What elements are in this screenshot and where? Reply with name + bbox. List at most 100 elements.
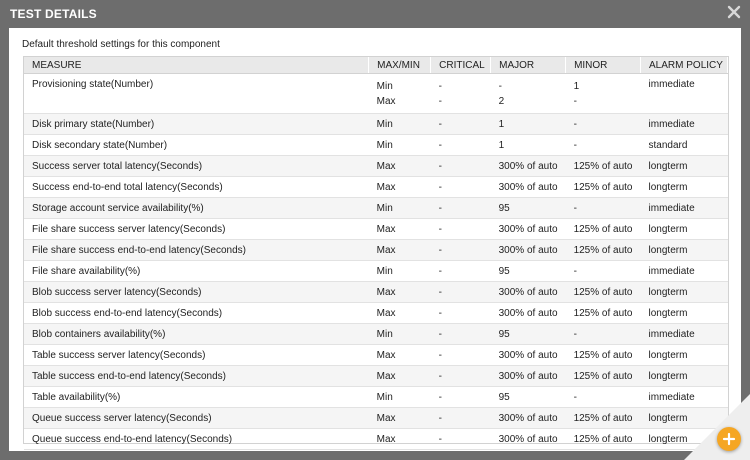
alarm-policy-cell: longterm — [640, 344, 728, 366]
major-cell: 300% of auto — [490, 239, 566, 261]
alarm-policy-cell: immediate — [640, 113, 728, 135]
major-cell: 300% of auto — [490, 302, 566, 324]
critical-cell: - — [430, 113, 491, 135]
measure-cell: File share success end-to-end latency(Se… — [24, 239, 369, 261]
critical-cell: - — [430, 386, 491, 408]
measure-cell: Table success server latency(Seconds) — [24, 344, 369, 366]
major-cell: 95 — [490, 260, 566, 282]
minor-cell: 125% of auto — [565, 218, 641, 240]
minor-cell: - — [565, 323, 641, 345]
table-row: File share availability(%) Min -95- immedia… — [24, 260, 728, 282]
plus-icon — [722, 432, 736, 446]
minor-cell: 125% of auto — [565, 407, 641, 429]
maxmin-cell: Max — [368, 218, 431, 240]
alarm-policy-cell: longterm — [640, 281, 728, 303]
alarm-policy-cell: immediate — [640, 197, 728, 219]
critical-cell: - — [430, 155, 491, 177]
critical-cell: - — [430, 260, 491, 282]
minor-cell: - — [565, 197, 641, 219]
maxmin-cell: Max — [368, 155, 431, 177]
critical-cell: - — [430, 323, 491, 345]
major-cell: 300% of auto — [490, 281, 566, 303]
critical-cell: - — [430, 197, 491, 219]
critical-cell: - — [430, 239, 491, 261]
critical-cell: - — [430, 302, 491, 324]
header-measure: MEASURE — [24, 57, 370, 74]
major-cell: 300% of auto — [490, 176, 566, 198]
header-minor: MINOR — [565, 57, 642, 74]
cell-value: - — [438, 96, 442, 107]
maxmin-cell: Min — [368, 386, 431, 408]
major-cell: 95 — [490, 197, 566, 219]
measure-cell: Storage account service availability(%) — [24, 197, 369, 219]
major-cell: 1 — [490, 113, 566, 135]
table-row: Table availability(%) Min -95- immediate — [24, 386, 728, 408]
maxmin-cell: Min — [368, 113, 431, 135]
critical-cell: - — [430, 365, 491, 387]
header-critical: CRITICAL — [430, 57, 492, 74]
measure-cell: Success server total latency(Seconds) — [24, 155, 369, 177]
major-cell: 300% of auto — [490, 365, 566, 387]
major-cell: 300% of auto — [490, 344, 566, 366]
major-cell: 300% of auto — [490, 218, 566, 240]
table-row: Queue success server latency(Seconds) Max… — [24, 407, 728, 429]
table-row: Disk primary state(Number) Min -1- immediat… — [24, 113, 728, 135]
cell-value: - — [498, 81, 502, 92]
table-row: Provisioning state(Number) Min Max - - -2 1- im… — [24, 73, 728, 114]
maxmin-cell: Max — [368, 281, 431, 303]
close-icon[interactable] — [727, 5, 741, 19]
major-cell: 95 — [490, 386, 566, 408]
alarm-policy-cell: longterm — [640, 176, 728, 198]
alarm-policy-cell: longterm — [640, 218, 728, 240]
alarm-policy-cell: longterm — [640, 239, 728, 261]
critical-cell: - — [430, 344, 491, 366]
table-row: File share success end-to-end latency(Se… — [24, 239, 728, 261]
maxmin-cell: Max — [368, 428, 431, 450]
minor-cell: 125% of auto — [565, 365, 641, 387]
measure-cell: Success end-to-end total latency(Seconds… — [24, 176, 369, 198]
maxmin-cell: Max — [368, 239, 431, 261]
critical-cell: - — [430, 281, 491, 303]
maxmin-cell: Max — [368, 176, 431, 198]
add-button[interactable] — [717, 427, 741, 451]
table-header-row: MEASURE MAX/MIN CRITICAL MAJOR MINOR ALARM PO… — [24, 57, 728, 74]
minor-cell: 125% of auto — [565, 239, 641, 261]
minor-cell: 125% of auto — [565, 428, 641, 450]
table-row: Blob success end-to-end latency(Seconds)… — [24, 302, 728, 324]
maxmin-cell: Max — [368, 407, 431, 429]
critical-cell: - — [430, 407, 491, 429]
dialog-titlebar: TEST DETAILS — [0, 0, 750, 28]
table-row: Storage account service availability(%) M… — [24, 197, 728, 219]
cell-value: 1 — [573, 81, 580, 92]
measure-cell: Disk secondary state(Number) — [24, 134, 369, 156]
maxmin-cell: Min — [368, 260, 431, 282]
critical-cell: - — [430, 218, 491, 240]
alarm-policy-cell: immediate — [640, 260, 728, 282]
alarm-policy-cell: immediate — [640, 323, 728, 345]
dialog-title: TEST DETAILS — [10, 7, 97, 21]
table-row: Success server total latency(Seconds) Max… — [24, 155, 728, 177]
maxmin-cell: Min — [368, 134, 431, 156]
alarm-policy-cell: longterm — [640, 155, 728, 177]
measure-cell: File share availability(%) — [24, 260, 369, 282]
cell-value: Min — [376, 81, 393, 92]
cell-value: - — [438, 81, 442, 92]
measure-cell: File share success server latency(Second… — [24, 218, 369, 240]
alarm-policy-cell: standard — [640, 134, 728, 156]
measure-cell: Blob success end-to-end latency(Seconds) — [24, 302, 369, 324]
header-alarm-policy: ALARM POLICY — [640, 57, 728, 74]
header-maxmin: MAX/MIN — [368, 57, 432, 74]
table-row: Queue success end-to-end latency(Seconds… — [24, 428, 728, 450]
panel-subtitle: Default threshold settings for this comp… — [22, 39, 220, 50]
minor-cell: 125% of auto — [565, 302, 641, 324]
table-row: Blob success server latency(Seconds) Max -… — [24, 281, 728, 303]
major-cell: -2 — [490, 73, 566, 114]
table-row: Disk secondary state(Number) Min -1- standa… — [24, 134, 728, 156]
alarm-policy-cell: longterm — [640, 365, 728, 387]
measure-cell: Blob success server latency(Seconds) — [24, 281, 369, 303]
maxmin-cell: Min — [368, 323, 431, 345]
major-cell: 1 — [490, 134, 566, 156]
cell-value: - — [573, 96, 577, 107]
minor-cell: - — [565, 134, 641, 156]
cell-value: Max — [376, 96, 396, 107]
